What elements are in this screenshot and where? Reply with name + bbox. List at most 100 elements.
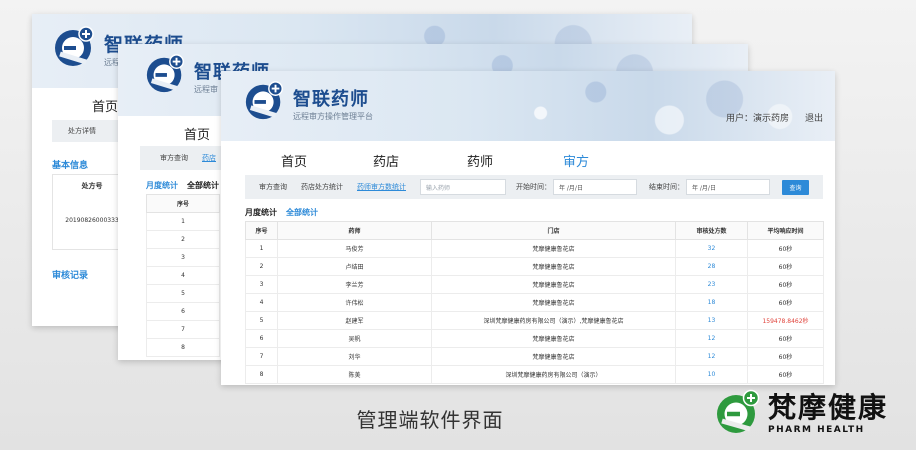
cell-store: 梵摩健康鲁花店 <box>431 347 676 366</box>
tab-prescription-detail[interactable]: 处方详情 <box>68 126 96 136</box>
cell-count[interactable]: 28 <box>675 257 748 276</box>
slide-caption: 管理端软件界面 <box>356 408 504 432</box>
table-row: 3 <box>146 248 220 267</box>
column-header-store: 门店 <box>431 221 676 240</box>
app-logo: 智联药师 远程审方操作管理平台 <box>243 79 373 127</box>
cell-index: 1 <box>245 239 278 258</box>
table-row: 2 卢结田 梵摩健康鲁花店 28 60秒 <box>245 257 824 276</box>
cell-store: 梵摩健康鲁花店 <box>431 293 676 312</box>
nav-prescription-review[interactable]: 审方 <box>563 151 589 170</box>
brand-logo: 梵摩健康 PHARM HEALTH <box>714 388 888 440</box>
end-date-input[interactable]: 年 /月/日 <box>686 179 770 195</box>
table-row: 3 李兰芳 梵摩健康鲁花店 23 60秒 <box>245 275 824 294</box>
cell-count[interactable]: 10 <box>675 365 748 384</box>
sub-tabs: 月度统计 全部统计 <box>245 207 327 218</box>
cell-avg-time: 60秒 <box>747 347 824 366</box>
tab-prescription-query[interactable]: 审方查询 <box>259 182 287 192</box>
cell-avg-time: 60秒 <box>747 293 824 312</box>
main-nav: 首页 <box>184 124 210 143</box>
cell-index: 8 <box>245 365 278 384</box>
nav-home[interactable]: 首页 <box>184 124 210 143</box>
nav-home[interactable]: 首页 <box>92 96 118 115</box>
cell-index: 2 <box>245 257 278 276</box>
cell-pharmacist: 许伟松 <box>277 293 432 312</box>
app-title: 智联药师 <box>293 88 369 110</box>
pharmacist-stats-table: 序号 药师 门店 审核处方数 平均响应时间 1 马俊芳 梵摩健康鲁花店 32 60秒 2 卢… <box>245 221 824 384</box>
column-header-index: 序号 <box>245 221 278 240</box>
row-index: 8 <box>146 338 220 357</box>
column-header: 序号 <box>146 194 220 213</box>
subtab-all[interactable]: 全部统计 <box>286 207 318 218</box>
cell-index: 3 <box>245 275 278 294</box>
cell-avg-time: 60秒 <box>747 239 824 258</box>
cell-store: 梵摩健康鲁花店 <box>431 239 676 258</box>
cell-pharmacist: 刘华 <box>277 347 432 366</box>
cell-store: 深圳梵摩健康药房有限公司（演示）,梵摩健康鲁花店 <box>431 311 676 330</box>
table-row: 2 <box>146 230 220 249</box>
table-row: 6 <box>146 302 220 321</box>
table-row: 5 赵建军 深圳梵摩健康药房有限公司（演示）,梵摩健康鲁花店 13 159478.846… <box>245 311 824 330</box>
section-title-audit: 审核记录 <box>52 271 89 281</box>
brand-name-en: PHARM HEALTH <box>768 425 865 435</box>
subtab-monthly[interactable]: 月度统计 <box>146 180 178 191</box>
window-pharmacist-stats: 智联药师 远程审方操作管理平台 用户：演示药房 退出 首页 药店 药师 审方 审… <box>221 71 835 385</box>
column-header-pharmacist: 药师 <box>277 221 432 240</box>
cell-avg-time: 159478.8462秒 <box>747 311 824 330</box>
cell-avg-time: 60秒 <box>747 365 824 384</box>
subtab-all[interactable]: 全部统计 <box>187 180 219 191</box>
app-subtitle: 远程审方操作管理平台 <box>293 111 373 121</box>
nav-home[interactable]: 首页 <box>281 151 373 170</box>
pharmacist-search-input[interactable]: 输入药师 <box>420 179 506 195</box>
cell-pharmacist: 李兰芳 <box>277 275 432 294</box>
table-row: 7 刘华 梵摩健康鲁花店 12 60秒 <box>245 347 824 366</box>
tab-prescription-query[interactable]: 审方查询 <box>160 153 188 163</box>
cell-avg-time: 60秒 <box>747 329 824 348</box>
brand-logo-icon <box>714 388 762 440</box>
brand-name-cn: 梵摩健康 <box>768 391 889 424</box>
table-row: 1 马俊芳 梵摩健康鲁花店 32 60秒 <box>245 239 824 258</box>
cell-index: 7 <box>245 347 278 366</box>
cell-avg-time: 60秒 <box>747 257 824 276</box>
tab-store[interactable]: 药店 <box>202 153 216 163</box>
main-nav: 首页 <box>92 96 118 115</box>
tab-store-stats[interactable]: 药店处方统计 <box>301 182 343 192</box>
table-row: 4 <box>146 266 220 285</box>
cell-store: 梵摩健康鲁花店 <box>431 275 676 294</box>
table-row: 1 <box>146 212 220 231</box>
cell-pharmacist: 吴帆 <box>277 329 432 348</box>
cell-pharmacist: 马俊芳 <box>277 239 432 258</box>
section-title-basic: 基本信息 <box>52 161 89 171</box>
table-header-row: 序号 药师 门店 审核处方数 平均响应时间 <box>245 221 824 240</box>
logo-icon <box>243 79 287 127</box>
sub-tabs: 月度统计 全部统计 <box>146 180 228 191</box>
user-area: 用户：演示药房 退出 <box>726 111 823 124</box>
tab-pharmacist-stats[interactable]: 药师审方数统计 <box>357 182 406 192</box>
cell-index: 4 <box>245 293 278 312</box>
cell-count[interactable]: 23 <box>675 275 748 294</box>
query-button[interactable]: 查询 <box>782 179 809 195</box>
cell-count[interactable]: 18 <box>675 293 748 312</box>
table-row: 8 陈美 深圳梵摩健康药房有限公司（演示） 10 60秒 <box>245 365 824 384</box>
cell-count[interactable]: 12 <box>675 347 748 366</box>
start-time-label: 开始时间： <box>516 183 551 191</box>
cell-pharmacist: 赵建军 <box>277 311 432 330</box>
nav-store[interactable]: 药店 <box>373 151 467 170</box>
subtab-monthly[interactable]: 月度统计 <box>245 207 277 218</box>
user-label: 用户：演示药房 <box>725 114 789 124</box>
cell-pharmacist: 卢结田 <box>277 257 432 276</box>
row-index: 4 <box>146 266 220 285</box>
column-header-avg-time: 平均响应时间 <box>747 221 824 240</box>
cell-count[interactable]: 13 <box>675 311 748 330</box>
table-row: 4 许伟松 梵摩健康鲁花店 18 60秒 <box>245 293 824 312</box>
nav-pharmacist[interactable]: 药师 <box>467 151 563 170</box>
column-header-count: 审核处方数 <box>675 221 748 240</box>
row-index: 3 <box>146 248 220 267</box>
cell-count[interactable]: 12 <box>675 329 748 348</box>
logo-icon <box>144 52 188 100</box>
start-date-input[interactable]: 年 /月/日 <box>553 179 637 195</box>
end-time-label: 结束时间： <box>649 183 684 191</box>
row-index: 2 <box>146 230 220 249</box>
table-row: 5 <box>146 284 220 303</box>
cell-count[interactable]: 32 <box>675 239 748 258</box>
logout-link[interactable]: 退出 <box>805 111 823 124</box>
